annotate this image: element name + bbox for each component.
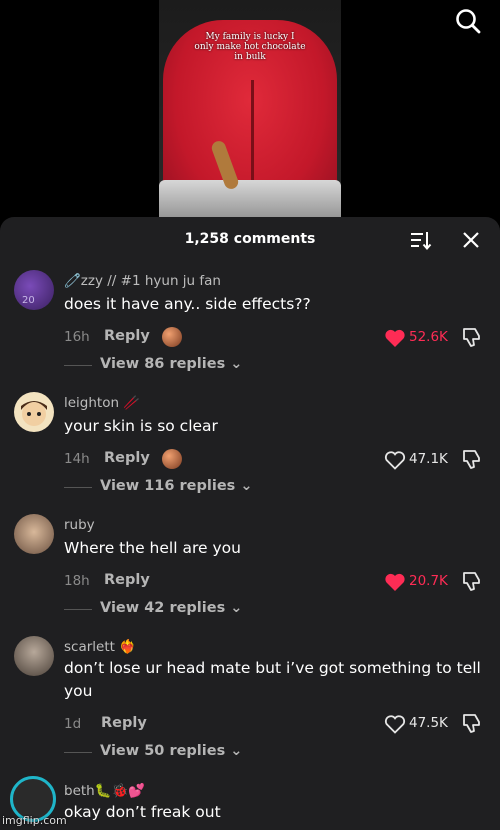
comment-time: 16h — [64, 329, 90, 345]
avatar[interactable] — [14, 514, 54, 554]
video-player[interactable]: My family is lucky I only make hot choco… — [0, 0, 500, 230]
close-icon[interactable] — [461, 230, 481, 250]
reply-button[interactable]: Reply — [104, 572, 150, 588]
like-count: 47.1K — [409, 451, 448, 467]
dislike-icon[interactable] — [461, 712, 483, 734]
dislike-icon[interactable] — [461, 326, 483, 348]
like-count: 47.5K — [409, 715, 448, 731]
comment-text: does it have any.. side effects?? — [64, 295, 311, 313]
view-replies-label: View 86 replies — [100, 356, 226, 372]
like-count: 20.7K — [409, 573, 448, 589]
heart-filled-icon[interactable] — [384, 328, 406, 348]
heart-filled-icon[interactable] — [384, 572, 406, 592]
view-replies-label: View 42 replies — [100, 600, 226, 616]
avatar[interactable] — [14, 392, 54, 432]
reply-button[interactable]: Reply — [101, 715, 147, 731]
replies-divider — [64, 752, 92, 753]
sort-icon[interactable] — [410, 229, 432, 251]
caption-line: in bulk — [234, 52, 266, 62]
avatar[interactable] — [14, 636, 54, 676]
creator-liked-badge — [162, 327, 182, 347]
comment-text: your skin is so clear — [64, 417, 218, 435]
view-replies-button[interactable]: View 116 replies ⌄ — [100, 478, 253, 494]
replies-divider — [64, 365, 92, 366]
caption-line: only make hot chocolate — [194, 42, 306, 52]
view-replies-label: View 50 replies — [100, 743, 226, 759]
chevron-down-icon: ⌄ — [240, 478, 253, 494]
view-replies-button[interactable]: View 42 replies ⌄ — [100, 600, 242, 616]
comment-text: Where the hell are you — [64, 539, 241, 557]
caption-line: My family is lucky I — [205, 32, 295, 42]
search-icon[interactable] — [455, 8, 481, 34]
dislike-icon[interactable] — [461, 570, 483, 592]
view-replies-button[interactable]: View 86 replies ⌄ — [100, 356, 242, 372]
view-replies-label: View 116 replies — [100, 478, 236, 494]
replies-divider — [64, 609, 92, 610]
comments-header: 1,258 comments — [0, 217, 500, 263]
like-count: 52.6K — [409, 329, 448, 345]
replies-divider — [64, 487, 92, 488]
comment-time: 18h — [64, 573, 90, 589]
heart-outline-icon[interactable] — [384, 450, 406, 470]
comment-text: okay don’t freak out — [64, 803, 221, 821]
heart-outline-icon[interactable] — [384, 714, 406, 734]
comment-text: don’t lose ur head mate but i’ve got som… — [64, 659, 481, 700]
chevron-down-icon: ⌄ — [230, 600, 243, 616]
dislike-icon[interactable] — [461, 448, 483, 470]
svg-text:20: 20 — [22, 295, 35, 306]
creator-liked-badge — [162, 449, 182, 469]
comment-time: 1d — [64, 716, 82, 732]
avatar[interactable]: 20 — [14, 270, 54, 310]
video-caption: My family is lucky I only make hot choco… — [189, 32, 311, 62]
reply-button[interactable]: Reply — [104, 328, 150, 344]
comment-username[interactable]: scarlett ❤️‍🔥 — [64, 639, 136, 655]
comment-username[interactable]: ruby — [64, 517, 95, 533]
reply-button[interactable]: Reply — [104, 450, 150, 466]
watermark: imgflip.com — [2, 814, 67, 827]
view-replies-button[interactable]: View 50 replies ⌄ — [100, 743, 242, 759]
comment-username[interactable]: 🧷zzy // #1 hyun ju fan — [64, 273, 221, 289]
comment-username[interactable]: leighton 🥢 — [64, 395, 140, 411]
chevron-down-icon: ⌄ — [230, 356, 243, 372]
chevron-down-icon: ⌄ — [230, 743, 243, 759]
comment-username[interactable]: beth🐛🐞💕 — [64, 783, 145, 799]
comment-time: 14h — [64, 451, 90, 467]
